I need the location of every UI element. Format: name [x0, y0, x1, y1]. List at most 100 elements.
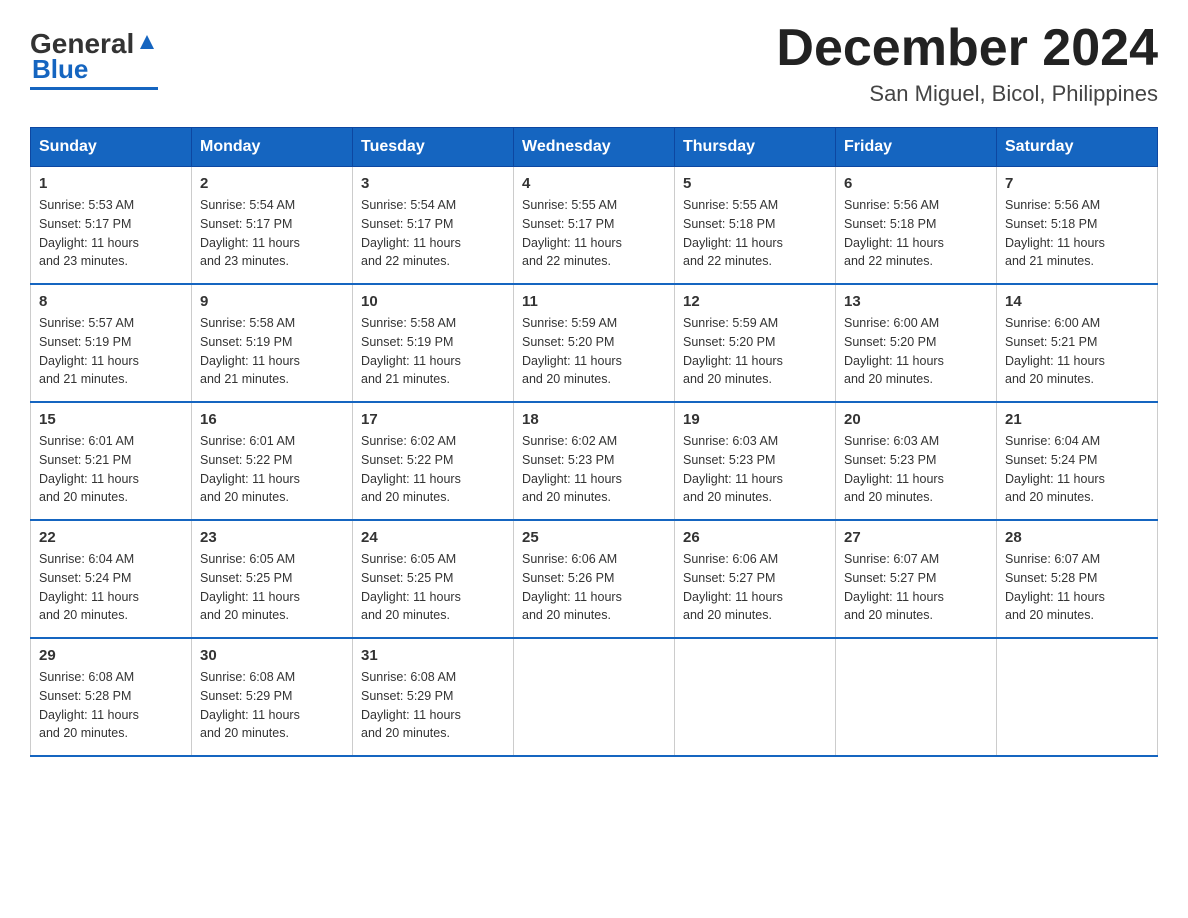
day-info: Sunrise: 6:06 AMSunset: 5:26 PMDaylight:…: [522, 552, 622, 622]
calendar-cell: 24 Sunrise: 6:05 AMSunset: 5:25 PMDaylig…: [353, 520, 514, 638]
logo: General Blue: [30, 20, 158, 90]
day-info: Sunrise: 5:56 AMSunset: 5:18 PMDaylight:…: [1005, 198, 1105, 268]
day-number: 16: [200, 411, 344, 428]
title-block: December 2024 San Miguel, Bicol, Philipp…: [776, 20, 1158, 107]
day-info: Sunrise: 5:53 AMSunset: 5:17 PMDaylight:…: [39, 198, 139, 268]
calendar-cell: 22 Sunrise: 6:04 AMSunset: 5:24 PMDaylig…: [31, 520, 192, 638]
day-number: 8: [39, 293, 183, 310]
day-info: Sunrise: 5:55 AMSunset: 5:17 PMDaylight:…: [522, 198, 622, 268]
calendar-cell: [836, 638, 997, 756]
day-info: Sunrise: 5:55 AMSunset: 5:18 PMDaylight:…: [683, 198, 783, 268]
calendar-cell: 27 Sunrise: 6:07 AMSunset: 5:27 PMDaylig…: [836, 520, 997, 638]
day-info: Sunrise: 5:59 AMSunset: 5:20 PMDaylight:…: [522, 316, 622, 386]
day-info: Sunrise: 6:01 AMSunset: 5:21 PMDaylight:…: [39, 434, 139, 504]
day-number: 27: [844, 529, 988, 546]
day-number: 11: [522, 293, 666, 310]
day-number: 3: [361, 175, 505, 192]
day-number: 1: [39, 175, 183, 192]
calendar-cell: 4 Sunrise: 5:55 AMSunset: 5:17 PMDayligh…: [514, 167, 675, 285]
day-number: 2: [200, 175, 344, 192]
day-number: 24: [361, 529, 505, 546]
day-info: Sunrise: 6:00 AMSunset: 5:21 PMDaylight:…: [1005, 316, 1105, 386]
day-number: 4: [522, 175, 666, 192]
location-subtitle: San Miguel, Bicol, Philippines: [776, 81, 1158, 107]
calendar-body: 1 Sunrise: 5:53 AMSunset: 5:17 PMDayligh…: [31, 167, 1158, 757]
calendar-cell: 8 Sunrise: 5:57 AMSunset: 5:19 PMDayligh…: [31, 284, 192, 402]
day-info: Sunrise: 6:04 AMSunset: 5:24 PMDaylight:…: [39, 552, 139, 622]
day-number: 6: [844, 175, 988, 192]
day-info: Sunrise: 6:03 AMSunset: 5:23 PMDaylight:…: [683, 434, 783, 504]
day-info: Sunrise: 6:02 AMSunset: 5:23 PMDaylight:…: [522, 434, 622, 504]
day-info: Sunrise: 5:58 AMSunset: 5:19 PMDaylight:…: [200, 316, 300, 386]
calendar-cell: 30 Sunrise: 6:08 AMSunset: 5:29 PMDaylig…: [192, 638, 353, 756]
day-number: 23: [200, 529, 344, 546]
day-number: 12: [683, 293, 827, 310]
logo-underline: [30, 87, 158, 90]
day-info: Sunrise: 6:03 AMSunset: 5:23 PMDaylight:…: [844, 434, 944, 504]
day-number: 19: [683, 411, 827, 428]
logo-triangle-icon: [136, 31, 158, 53]
month-title: December 2024: [776, 20, 1158, 77]
calendar-week-row: 15 Sunrise: 6:01 AMSunset: 5:21 PMDaylig…: [31, 402, 1158, 520]
calendar-cell: 10 Sunrise: 5:58 AMSunset: 5:19 PMDaylig…: [353, 284, 514, 402]
calendar-cell: 20 Sunrise: 6:03 AMSunset: 5:23 PMDaylig…: [836, 402, 997, 520]
day-number: 13: [844, 293, 988, 310]
calendar-cell: 29 Sunrise: 6:08 AMSunset: 5:28 PMDaylig…: [31, 638, 192, 756]
day-info: Sunrise: 6:05 AMSunset: 5:25 PMDaylight:…: [200, 552, 300, 622]
calendar-cell: 11 Sunrise: 5:59 AMSunset: 5:20 PMDaylig…: [514, 284, 675, 402]
calendar-cell: 17 Sunrise: 6:02 AMSunset: 5:22 PMDaylig…: [353, 402, 514, 520]
day-number: 29: [39, 647, 183, 664]
day-number: 31: [361, 647, 505, 664]
day-info: Sunrise: 6:02 AMSunset: 5:22 PMDaylight:…: [361, 434, 461, 504]
calendar-cell: 23 Sunrise: 6:05 AMSunset: 5:25 PMDaylig…: [192, 520, 353, 638]
header-row: Sunday Monday Tuesday Wednesday Thursday…: [31, 128, 1158, 167]
calendar-cell: 2 Sunrise: 5:54 AMSunset: 5:17 PMDayligh…: [192, 167, 353, 285]
calendar-cell: 18 Sunrise: 6:02 AMSunset: 5:23 PMDaylig…: [514, 402, 675, 520]
calendar-cell: 9 Sunrise: 5:58 AMSunset: 5:19 PMDayligh…: [192, 284, 353, 402]
calendar-cell: 28 Sunrise: 6:07 AMSunset: 5:28 PMDaylig…: [997, 520, 1158, 638]
day-info: Sunrise: 6:00 AMSunset: 5:20 PMDaylight:…: [844, 316, 944, 386]
calendar-cell: 14 Sunrise: 6:00 AMSunset: 5:21 PMDaylig…: [997, 284, 1158, 402]
day-number: 9: [200, 293, 344, 310]
calendar-cell: [997, 638, 1158, 756]
day-info: Sunrise: 5:56 AMSunset: 5:18 PMDaylight:…: [844, 198, 944, 268]
calendar-cell: 31 Sunrise: 6:08 AMSunset: 5:29 PMDaylig…: [353, 638, 514, 756]
day-number: 10: [361, 293, 505, 310]
day-number: 28: [1005, 529, 1149, 546]
calendar-cell: 21 Sunrise: 6:04 AMSunset: 5:24 PMDaylig…: [997, 402, 1158, 520]
day-info: Sunrise: 5:57 AMSunset: 5:19 PMDaylight:…: [39, 316, 139, 386]
calendar-cell: 7 Sunrise: 5:56 AMSunset: 5:18 PMDayligh…: [997, 167, 1158, 285]
day-number: 26: [683, 529, 827, 546]
page-header: General Blue December 2024 San Miguel, B…: [30, 20, 1158, 107]
calendar-cell: 25 Sunrise: 6:06 AMSunset: 5:26 PMDaylig…: [514, 520, 675, 638]
day-info: Sunrise: 5:54 AMSunset: 5:17 PMDaylight:…: [200, 198, 300, 268]
calendar-week-row: 29 Sunrise: 6:08 AMSunset: 5:28 PMDaylig…: [31, 638, 1158, 756]
day-number: 21: [1005, 411, 1149, 428]
day-info: Sunrise: 6:04 AMSunset: 5:24 PMDaylight:…: [1005, 434, 1105, 504]
calendar-header: Sunday Monday Tuesday Wednesday Thursday…: [31, 128, 1158, 167]
day-info: Sunrise: 6:07 AMSunset: 5:28 PMDaylight:…: [1005, 552, 1105, 622]
day-info: Sunrise: 5:58 AMSunset: 5:19 PMDaylight:…: [361, 316, 461, 386]
col-thursday: Thursday: [675, 128, 836, 167]
day-number: 7: [1005, 175, 1149, 192]
calendar-cell: 13 Sunrise: 6:00 AMSunset: 5:20 PMDaylig…: [836, 284, 997, 402]
day-info: Sunrise: 6:08 AMSunset: 5:28 PMDaylight:…: [39, 670, 139, 740]
calendar-cell: 16 Sunrise: 6:01 AMSunset: 5:22 PMDaylig…: [192, 402, 353, 520]
calendar-week-row: 8 Sunrise: 5:57 AMSunset: 5:19 PMDayligh…: [31, 284, 1158, 402]
col-wednesday: Wednesday: [514, 128, 675, 167]
calendar-cell: 26 Sunrise: 6:06 AMSunset: 5:27 PMDaylig…: [675, 520, 836, 638]
day-info: Sunrise: 6:05 AMSunset: 5:25 PMDaylight:…: [361, 552, 461, 622]
calendar-table: Sunday Monday Tuesday Wednesday Thursday…: [30, 127, 1158, 757]
calendar-cell: 12 Sunrise: 5:59 AMSunset: 5:20 PMDaylig…: [675, 284, 836, 402]
calendar-week-row: 1 Sunrise: 5:53 AMSunset: 5:17 PMDayligh…: [31, 167, 1158, 285]
col-saturday: Saturday: [997, 128, 1158, 167]
col-tuesday: Tuesday: [353, 128, 514, 167]
day-info: Sunrise: 6:06 AMSunset: 5:27 PMDaylight:…: [683, 552, 783, 622]
col-sunday: Sunday: [31, 128, 192, 167]
calendar-cell: 3 Sunrise: 5:54 AMSunset: 5:17 PMDayligh…: [353, 167, 514, 285]
day-number: 14: [1005, 293, 1149, 310]
day-info: Sunrise: 6:08 AMSunset: 5:29 PMDaylight:…: [200, 670, 300, 740]
col-monday: Monday: [192, 128, 353, 167]
day-number: 15: [39, 411, 183, 428]
day-info: Sunrise: 5:54 AMSunset: 5:17 PMDaylight:…: [361, 198, 461, 268]
